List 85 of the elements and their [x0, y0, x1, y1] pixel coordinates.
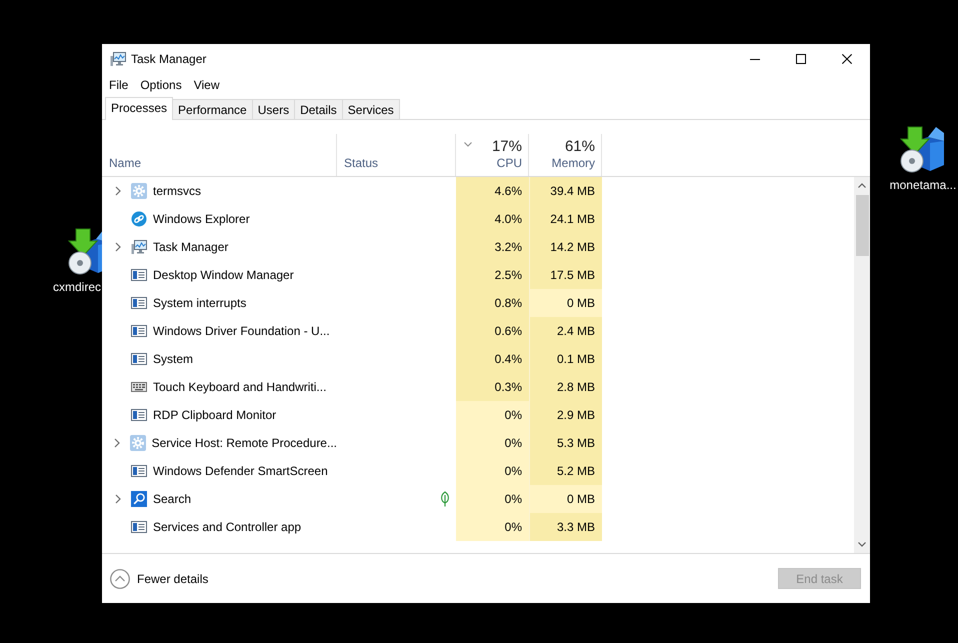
- gear-icon: [130, 435, 146, 451]
- monitor-chart-icon: [110, 51, 126, 67]
- memory-usage-cell: 5.3 MB: [529, 429, 602, 457]
- memory-usage-cell: 17.5 MB: [529, 261, 602, 289]
- memory-usage-cell: 5.2 MB: [529, 457, 602, 485]
- column-total[interactable]: 61%: [564, 138, 595, 156]
- menu-item[interactable]: View: [188, 77, 226, 93]
- cpu-usage-cell: 0%: [456, 485, 529, 513]
- memory-usage-cell: 24.1 MB: [529, 205, 602, 233]
- process-name: System interrupts: [153, 296, 246, 310]
- chevron-right-icon[interactable]: [115, 242, 121, 252]
- cpu-usage-cell: 0%: [456, 457, 529, 485]
- app-window-icon: [131, 521, 147, 533]
- cpu-usage-cell: 0%: [456, 429, 529, 457]
- chevron-up-icon[interactable]: [858, 183, 866, 188]
- cpu-usage-cell: 0%: [456, 401, 529, 429]
- app-window-icon: [131, 325, 147, 337]
- process-name: Task Manager: [153, 240, 228, 254]
- scrollbar-thumb[interactable]: [856, 195, 868, 256]
- process-name: Touch Keyboard and Handwriti...: [153, 380, 326, 394]
- chevron-down-icon[interactable]: [858, 542, 866, 547]
- window-title: Task Manager: [131, 52, 208, 66]
- cpu-usage-cell: 3.2%: [456, 233, 529, 261]
- cpu-usage-cell: 4.0%: [456, 205, 529, 233]
- memory-usage-cell: 2.9 MB: [529, 401, 602, 429]
- fewer-details-button[interactable]: Fewer details: [110, 568, 208, 588]
- desktop-icon-label[interactable]: cxmdirec: [53, 280, 102, 294]
- keyboard-icon: [131, 382, 147, 392]
- memory-usage-cell: 0 MB: [529, 289, 602, 317]
- scrollbar-track[interactable]: [854, 177, 870, 553]
- menu-item[interactable]: Options: [134, 77, 188, 93]
- column-header[interactable]: Name: [109, 156, 142, 171]
- tab[interactable]: Details: [295, 99, 343, 119]
- chevron-right-icon[interactable]: [115, 494, 121, 504]
- minimize-icon: [750, 58, 760, 60]
- memory-usage-cell: 0 MB: [529, 485, 602, 513]
- process-name: Windows Explorer: [153, 212, 250, 226]
- app-window-icon: [131, 465, 147, 477]
- cpu-usage-cell: 0%: [456, 513, 529, 541]
- desktop-icon-label[interactable]: monetama...: [890, 178, 956, 192]
- process-name: RDP Clipboard Monitor: [153, 408, 276, 422]
- column-header[interactable]: CPU: [496, 156, 522, 171]
- maximize-icon: [796, 54, 806, 64]
- memory-usage-cell: 3.3 MB: [529, 513, 602, 541]
- memory-usage-cell: 14.2 MB: [529, 233, 602, 261]
- cpu-usage-cell: 2.5%: [456, 261, 529, 289]
- chevron-right-icon[interactable]: [115, 186, 121, 196]
- cpu-usage-cell: 0.8%: [456, 289, 529, 317]
- process-name: System: [153, 352, 194, 366]
- monitor-chart-icon: [131, 239, 147, 255]
- search-icon: [131, 491, 147, 507]
- process-name: Service Host: Remote Procedure...: [152, 436, 337, 450]
- column-header[interactable]: Status: [344, 156, 378, 171]
- tab[interactable]: Users: [252, 99, 296, 119]
- cpu-usage-cell: 0.4%: [456, 345, 529, 373]
- gear-icon: [131, 183, 147, 199]
- process-name: Windows Defender SmartScreen: [153, 464, 328, 478]
- process-name: Desktop Window Manager: [153, 268, 294, 282]
- memory-usage-cell: 2.8 MB: [529, 373, 602, 401]
- memory-usage-cell: 39.4 MB: [529, 177, 602, 205]
- tab[interactable]: Performance: [173, 99, 253, 119]
- column-header[interactable]: Memory: [552, 156, 595, 171]
- close-icon: [842, 54, 852, 64]
- chevron-right-icon[interactable]: [114, 438, 120, 448]
- tab[interactable]: Processes: [105, 97, 174, 120]
- tab[interactable]: Services: [342, 99, 400, 119]
- app-window-icon: [131, 297, 147, 309]
- cpu-usage-cell: 4.6%: [456, 177, 529, 205]
- process-name: termsvcs: [153, 184, 201, 198]
- column-total[interactable]: 17%: [492, 138, 522, 156]
- menu-item[interactable]: File: [103, 77, 134, 93]
- cpu-usage-cell: 0.3%: [456, 373, 529, 401]
- cpu-usage-cell: 0.6%: [456, 317, 529, 345]
- chevron-up-circle-icon: [110, 568, 130, 588]
- process-name: Windows Driver Foundation - U...: [153, 324, 330, 338]
- process-name: Search: [153, 492, 192, 506]
- sort-chevron-icon[interactable]: [464, 142, 472, 146]
- memory-usage-cell: 0.1 MB: [529, 345, 602, 373]
- app-window-icon: [131, 269, 147, 281]
- installer-icon[interactable]: [900, 125, 946, 173]
- process-name: Services and Controller app: [153, 520, 302, 534]
- chain-link-icon: [131, 211, 147, 227]
- memory-usage-cell: 2.4 MB: [529, 317, 602, 345]
- app-window-icon: [131, 353, 147, 365]
- app-window-icon: [131, 409, 147, 421]
